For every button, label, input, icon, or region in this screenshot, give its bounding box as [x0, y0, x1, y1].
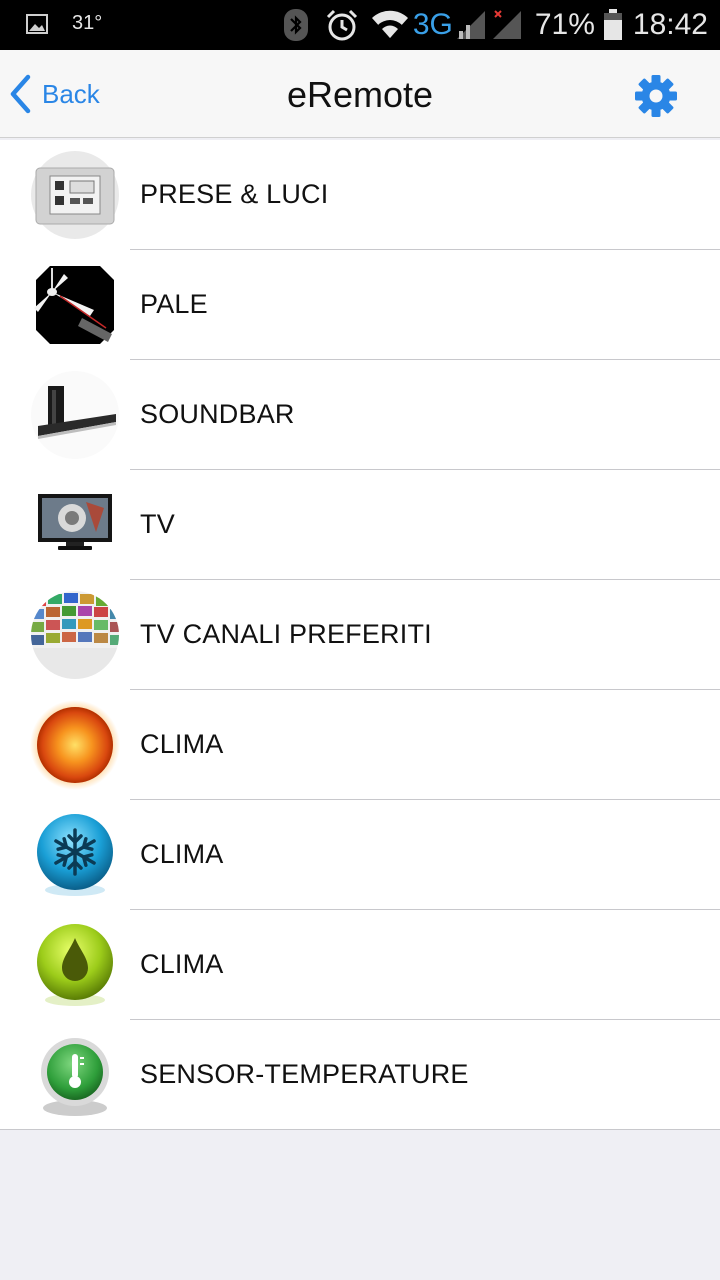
list-item-clima-cool[interactable]: CLIMA [0, 800, 720, 910]
list-item-label: TV [140, 509, 175, 539]
list-item-label: SENSOR-TEMPERATURE [140, 1059, 469, 1089]
list-item-label: CLIMA [140, 949, 224, 979]
device-list: PRESE & LUCI PALE SOUNDBAR TV TV CANALI … [0, 140, 720, 1130]
alarm-icon [326, 9, 357, 41]
sun-heat-icon [30, 700, 120, 790]
ceiling-fan-icon [34, 266, 114, 344]
battery-icon [603, 9, 622, 40]
list-item-label: PRESE & LUCI [140, 179, 329, 209]
list-item-pale[interactable]: PALE [0, 250, 720, 360]
list-item-label: CLIMA [140, 729, 224, 759]
battery-percentage: 71% [534, 8, 595, 41]
signal-no-service-icon [492, 10, 521, 39]
water-drop-dry-icon [37, 924, 113, 1006]
status-right: 3G 71% 18:42 [283, 6, 708, 44]
list-item-label: PALE [140, 289, 208, 319]
bluetooth-icon [283, 9, 308, 41]
list-item-prese-luci[interactable]: PRESE & LUCI [0, 140, 720, 250]
page-title: eRemote [286, 74, 434, 115]
list-item-clima-heat[interactable]: CLIMA [0, 690, 720, 800]
list-item-label: TV CANALI PREFERITI [140, 619, 432, 649]
list-item-soundbar[interactable]: SOUNDBAR [0, 360, 720, 470]
navigation-bar: Back eRemote [0, 50, 720, 138]
thermometer-icon [41, 1038, 109, 1116]
tv-channels-icon [31, 591, 119, 679]
network-type: 3G [412, 8, 453, 41]
wifi-icon [371, 10, 408, 39]
gear-icon[interactable] [634, 74, 678, 118]
wall-switch-icon [31, 151, 119, 239]
tv-icon [38, 494, 112, 550]
list-item-label: SOUNDBAR [140, 399, 295, 429]
list-item-sensor-temperature[interactable]: SENSOR-TEMPERATURE [0, 1020, 720, 1130]
clock: 18:42 [632, 8, 708, 41]
list-item-tv-canali-preferiti[interactable]: TV CANALI PREFERITI [0, 580, 720, 690]
image-notification-icon [26, 13, 48, 34]
list-item-label: CLIMA [140, 839, 224, 869]
status-bar: 31° 3G 71% 18:42 [0, 0, 720, 50]
list-item-clima-dry[interactable]: CLIMA [0, 910, 720, 1020]
snowflake-cool-icon [37, 814, 113, 896]
soundbar-icon [31, 371, 119, 459]
status-left: 31° [26, 12, 102, 35]
signal-icon [456, 11, 485, 39]
status-temperature: 31° [72, 12, 103, 34]
list-item-tv[interactable]: TV [0, 470, 720, 580]
